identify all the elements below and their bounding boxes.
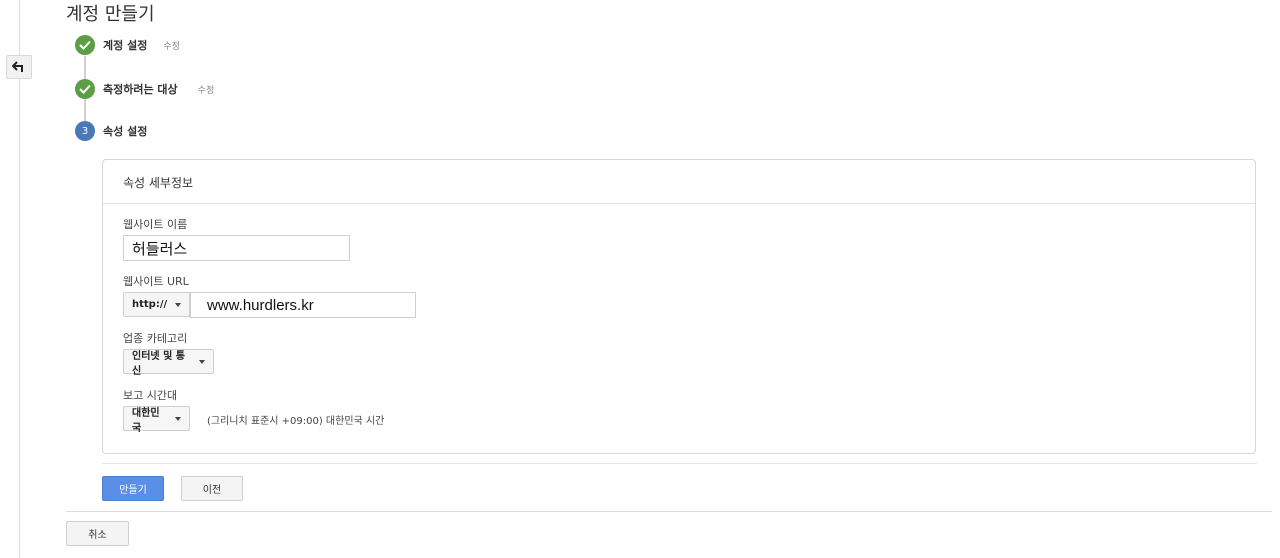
previous-button[interactable]: 이전 bbox=[181, 476, 243, 501]
step-connector bbox=[84, 56, 86, 80]
create-account-page: 계정 만들기 계정 설정 수정 측정하려는 대상 수정 3 속성 설정 속성 세… bbox=[0, 0, 1280, 558]
industry-label: 업종 카테고리 bbox=[123, 332, 188, 345]
website-name-label: 웹사이트 이름 bbox=[123, 218, 188, 231]
timezone-country-dropdown[interactable]: 대한민국 bbox=[123, 406, 190, 434]
arrow-left-icon bbox=[12, 61, 23, 72]
protocol-dropdown[interactable]: http:// bbox=[123, 292, 190, 317]
industry-dropdown[interactable]: 인터넷 및 통신 bbox=[123, 349, 214, 377]
step-number-indicator: 3 bbox=[75, 121, 95, 141]
timezone-label: 보고 시간대 bbox=[123, 389, 178, 402]
timezone-note: (그리니치 표준시 +09:00) 대한민국 시간 bbox=[207, 416, 385, 427]
step-account-settings: 계정 설정 수정 bbox=[75, 35, 180, 55]
step-measure-target: 측정하려는 대상 수정 bbox=[75, 79, 214, 99]
chevron-down-icon bbox=[199, 359, 205, 364]
card-header: 속성 세부정보 bbox=[103, 160, 1255, 204]
timezone-country-value: 대한민국 bbox=[132, 407, 160, 434]
industry-value: 인터넷 및 통신 bbox=[132, 350, 185, 377]
create-button[interactable]: 만들기 bbox=[102, 476, 164, 501]
step-label: 계정 설정 bbox=[103, 39, 148, 52]
check-icon bbox=[79, 84, 91, 94]
divider bbox=[66, 511, 1272, 512]
website-url-label: 웹사이트 URL bbox=[123, 275, 189, 288]
website-url-input[interactable]: www.hurdlers.kr bbox=[190, 292, 416, 318]
step-edit-link[interactable]: 수정 bbox=[163, 39, 180, 52]
website-name-input[interactable]: 허들러스 bbox=[123, 235, 350, 261]
cancel-button[interactable]: 취소 bbox=[66, 521, 129, 546]
step-label: 속성 설정 bbox=[103, 125, 148, 138]
chevron-down-icon bbox=[175, 416, 181, 421]
step-property-settings: 3 속성 설정 bbox=[75, 121, 147, 141]
check-icon bbox=[79, 40, 91, 50]
protocol-value: http:// bbox=[132, 299, 168, 310]
chevron-down-icon bbox=[175, 302, 182, 307]
back-button[interactable] bbox=[6, 55, 32, 79]
step-label: 측정하려는 대상 bbox=[103, 83, 178, 96]
left-rail bbox=[19, 0, 20, 558]
property-details-card: 속성 세부정보 웹사이트 이름 허들러스 웹사이트 URL http:// ww… bbox=[102, 159, 1256, 454]
step-done-indicator bbox=[75, 79, 95, 99]
step-connector bbox=[84, 99, 86, 121]
step-edit-link[interactable]: 수정 bbox=[198, 83, 215, 96]
page-title: 계정 만들기 bbox=[66, 4, 155, 25]
divider bbox=[102, 463, 1257, 464]
step-done-indicator bbox=[75, 35, 95, 55]
